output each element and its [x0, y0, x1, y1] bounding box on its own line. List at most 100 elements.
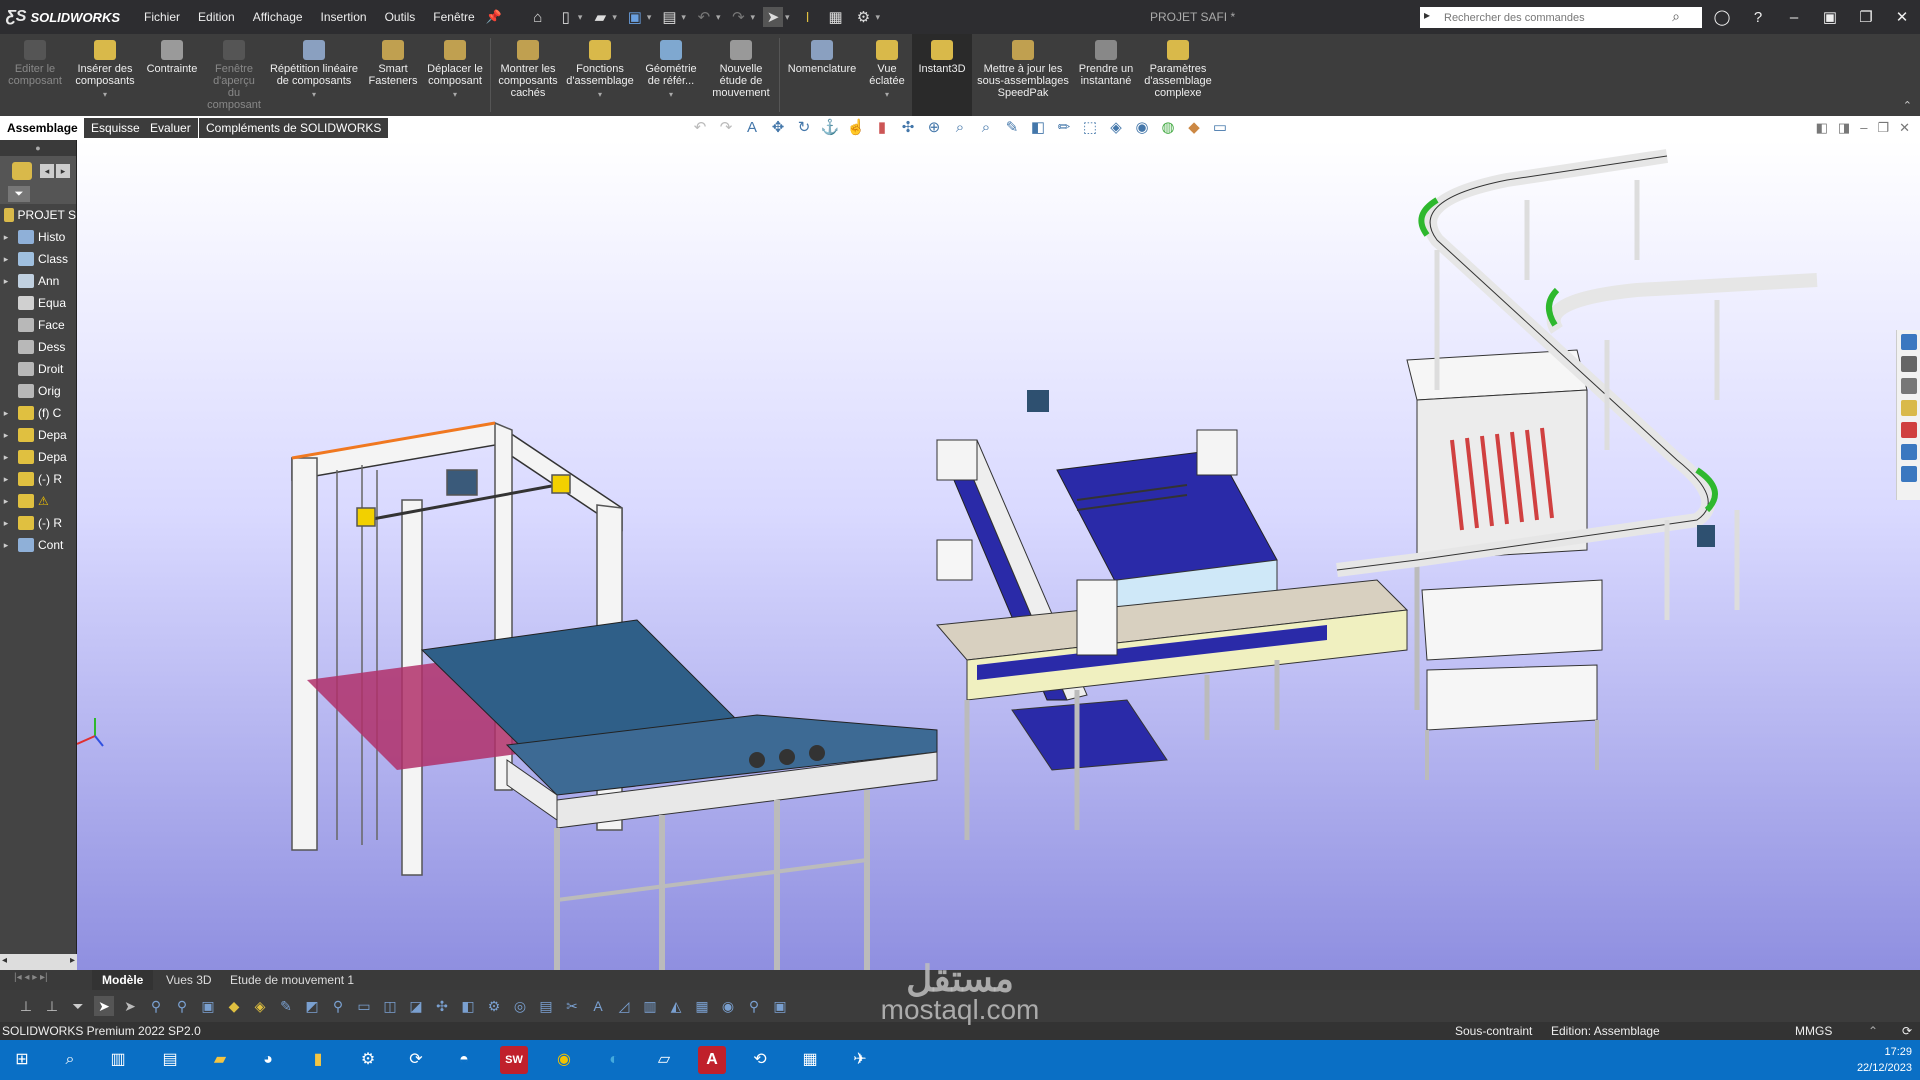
undo-icon[interactable]: ↶ — [694, 7, 714, 27]
pin-icon[interactable]: 📌 — [486, 9, 502, 25]
view-palette-icon[interactable] — [1900, 400, 1917, 416]
tool-icon-5[interactable]: ➤ — [120, 996, 140, 1016]
zoom-fit-icon[interactable]: ⌕ — [976, 119, 996, 137]
tool-icon-16[interactable]: ◪ — [406, 996, 426, 1016]
tool-icon-23[interactable]: A — [588, 996, 608, 1016]
filter-icon-2[interactable]: ⏷ — [68, 996, 88, 1016]
tab-scroll-icons[interactable]: |◂ ◂ ▸ ▸| — [14, 972, 48, 983]
anchor-icon[interactable]: ⚓ — [820, 119, 840, 137]
dynamic-annotation-icon[interactable]: ✏ — [1054, 119, 1074, 137]
reference-geometry-button[interactable]: Géométrie de référ... ▾ — [637, 34, 705, 116]
menu-edition[interactable]: Edition — [189, 0, 244, 34]
windows-start-icon[interactable]: ⊞ — [8, 1046, 36, 1074]
tree-item[interactable]: Droit — [0, 358, 76, 380]
appearances-icon[interactable] — [1900, 422, 1917, 438]
unit-dropdown-icon[interactable]: ⌃ — [1868, 1024, 1878, 1038]
home-icon[interactable]: ⌂ — [528, 7, 548, 27]
bill-of-materials-button[interactable]: Nomenclature — [782, 34, 862, 116]
select-arrow-icon[interactable]: ➤ — [763, 7, 783, 27]
solidworks-logo[interactable]: ƸS SOLIDWORKS — [0, 8, 135, 26]
traffic-light-icon[interactable]: ▮ — [872, 119, 892, 137]
view-orientation-icon[interactable]: ⬚ — [1080, 119, 1100, 137]
tool-icon-22[interactable]: ✂ — [562, 996, 582, 1016]
scroll-right-arrow-icon[interactable]: ▸ — [70, 955, 75, 966]
scroll-left-arrow-icon[interactable]: ◂ — [2, 955, 7, 966]
viewport-minimize-icon[interactable]: – — [1860, 120, 1867, 136]
speedpak-update-button[interactable]: Mettre à jour les sous-assemblages Speed… — [972, 34, 1074, 116]
print-icon[interactable]: ▤ — [659, 7, 679, 27]
feature-tree-tab-icon[interactable] — [12, 162, 32, 180]
solidworks-taskbar-icon[interactable]: SW — [500, 1046, 528, 1074]
minimize-icon[interactable]: – — [1776, 9, 1812, 26]
search-icon[interactable]: ⌕ — [1672, 8, 1680, 25]
tile-icon[interactable]: ▣ — [1812, 8, 1848, 26]
next-view-icon[interactable]: ↷ — [716, 119, 736, 137]
insert-components-button[interactable]: Insérer des composants ▾ — [70, 34, 140, 116]
scroll-left-icon[interactable]: ◂ — [40, 164, 54, 178]
move-component-button[interactable]: Déplacer le composant ▾ — [422, 34, 488, 116]
help-icon[interactable]: ? — [1740, 9, 1776, 26]
tool-icon-7[interactable]: ⚲ — [172, 996, 192, 1016]
zoom-icon[interactable]: ⌕ — [950, 119, 970, 137]
app-icon-11[interactable]: ▱ — [650, 1046, 678, 1074]
tab-vues-3d[interactable]: Vues 3D — [156, 970, 222, 990]
custom-properties-icon[interactable] — [1900, 444, 1917, 460]
tool-icon-29[interactable]: ⚲ — [744, 996, 764, 1016]
collapse-ribbon-icon[interactable]: ⌃ — [1903, 99, 1912, 112]
previous-view-icon[interactable]: ↶ — [690, 119, 710, 137]
expand-arrow-icon[interactable]: ▸ — [0, 254, 12, 265]
tree-item[interactable]: Dess — [0, 336, 76, 358]
settings-taskbar-icon[interactable]: ⚙ — [354, 1046, 382, 1074]
tool-icon-18[interactable]: ◧ — [458, 996, 478, 1016]
menu-fenetre[interactable]: Fenêtre — [424, 0, 483, 34]
linear-pattern-button[interactable]: Répétition linéaire de composants ▾ — [264, 34, 364, 116]
panel-scrollbar[interactable]: ◂ ▸ — [0, 954, 77, 970]
viewport-restore-icon[interactable]: ❐ — [1877, 120, 1889, 136]
tab-esquisse[interactable]: Esquisse — [84, 118, 147, 138]
expand-arrow-icon[interactable]: ▸ — [0, 232, 12, 243]
app-icon-1[interactable]: ▤ — [156, 1046, 184, 1074]
search-commands-input[interactable]: ▸ Rechercher des commandes ⌕ — [1420, 7, 1702, 28]
assembly-model[interactable] — [77, 140, 1920, 970]
rebuild-icon[interactable]: ⏽ — [798, 7, 818, 27]
tool-icon-20[interactable]: ◎ — [510, 996, 530, 1016]
app-icon-7[interactable]: ◓ — [450, 1046, 478, 1074]
close-icon[interactable]: ✕ — [1884, 8, 1920, 26]
pointer-icon[interactable]: ☝ — [846, 119, 866, 137]
unit-system[interactable]: MMGS — [1795, 1024, 1832, 1038]
scene-icon[interactable]: ◆ — [1184, 119, 1204, 137]
edit-component-button[interactable]: Editer le composant — [0, 34, 70, 116]
tab-assemblage[interactable]: Assemblage — [0, 118, 85, 138]
tool-icon-15[interactable]: ◫ — [380, 996, 400, 1016]
expand-arrow-icon[interactable]: ▸ — [0, 540, 12, 551]
system-clock[interactable]: 17:29 22/12/2023 — [1857, 1044, 1912, 1076]
menu-insertion[interactable]: Insertion — [312, 0, 376, 34]
split-left-icon[interactable]: ◧ — [1816, 120, 1828, 136]
calculator-icon[interactable]: ▦ — [796, 1046, 824, 1074]
tab-modele[interactable]: Modèle — [92, 970, 154, 990]
autocad-icon[interactable]: A — [698, 1046, 726, 1074]
select-arrow-icon-2[interactable]: ➤ — [94, 996, 114, 1016]
tool-icon-24[interactable]: ◿ — [614, 996, 634, 1016]
tool-icon-27[interactable]: ▦ — [692, 996, 712, 1016]
tree-item[interactable]: ▸ ⚠ — [0, 490, 76, 512]
file-properties-icon[interactable]: ▦ — [826, 7, 846, 27]
tool-icon-21[interactable]: ▤ — [536, 996, 556, 1016]
expand-arrow-icon[interactable]: ▸ — [0, 452, 12, 463]
mate-button[interactable]: Contrainte — [140, 34, 204, 116]
tree-root-assembly[interactable]: PROJET S — [0, 204, 76, 226]
tool-icon-30[interactable]: ▣ — [770, 996, 790, 1016]
tool-icon-19[interactable]: ⚙ — [484, 996, 504, 1016]
tool-icon-9[interactable]: ◆ — [224, 996, 244, 1016]
tree-item[interactable]: ▸ (-) R — [0, 468, 76, 490]
smart-fasteners-button[interactable]: Smart Fasteners — [364, 34, 422, 116]
split-right-icon[interactable]: ◨ — [1838, 120, 1850, 136]
instant3d-button[interactable]: Instant3D — [912, 34, 972, 116]
edge-icon[interactable]: ◐ — [600, 1046, 628, 1074]
expand-arrow-icon[interactable]: ▸ — [0, 430, 12, 441]
tool-icon-11[interactable]: ✎ — [276, 996, 296, 1016]
design-library-icon[interactable] — [1900, 356, 1917, 372]
tree-item[interactable]: ▸ Histo — [0, 226, 76, 248]
appearance-icon[interactable]: ◍ — [1158, 119, 1178, 137]
file-explorer-taskbar-icon[interactable]: ▰ — [206, 1046, 234, 1074]
